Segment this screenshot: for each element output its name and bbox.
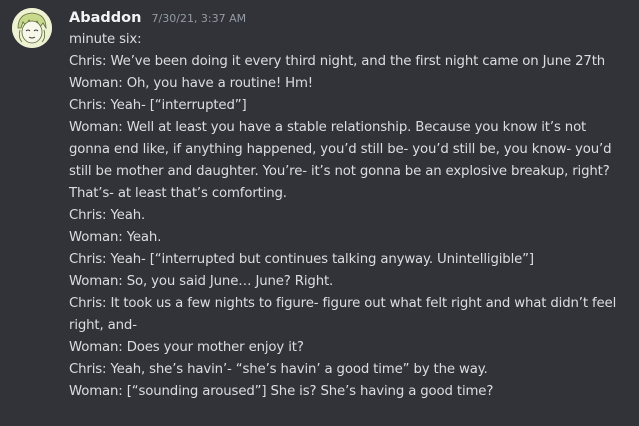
message-line: Woman: Oh, you have a routine! Hm! [69, 76, 313, 91]
username[interactable]: Abaddon [69, 10, 141, 26]
message-header: Abaddon 7/30/21, 3:37 AM [69, 7, 246, 27]
user-avatar[interactable] [12, 8, 52, 48]
message-timestamp[interactable]: 7/30/21, 3:37 AM [152, 12, 247, 25]
message-line: Chris: Yeah- [“interrupted”] [69, 98, 247, 113]
message-line: Chris: Yeah. [69, 208, 146, 223]
message-line: Chris: It took us a few nights to figure… [69, 296, 617, 333]
message-line: Woman: Well at least you have a stable r… [69, 120, 612, 201]
message-line: Woman: [“sounding aroused”] She is? She’… [69, 384, 494, 399]
message-line: Chris: Yeah, she’s havin’- “she’s havin’… [69, 362, 488, 377]
message-line: Woman: So, you said June… June? Right. [69, 274, 334, 289]
message-line: Chris: We’ve been doing it every third n… [69, 54, 606, 69]
message-line: Woman: Yeah. [69, 230, 162, 245]
chat-message: Abaddon 7/30/21, 3:37 AM minute six: Chr… [0, 0, 639, 426]
message-line: Woman: Does your mother enjoy it? [69, 340, 304, 355]
message-content: minute six: Chris: We’ve been doing it e… [69, 29, 619, 403]
message-line: Chris: Yeah- [“interrupted but continues… [69, 252, 534, 267]
message-line: minute six: [69, 32, 142, 47]
cartoon-character-avatar-icon [12, 8, 52, 48]
